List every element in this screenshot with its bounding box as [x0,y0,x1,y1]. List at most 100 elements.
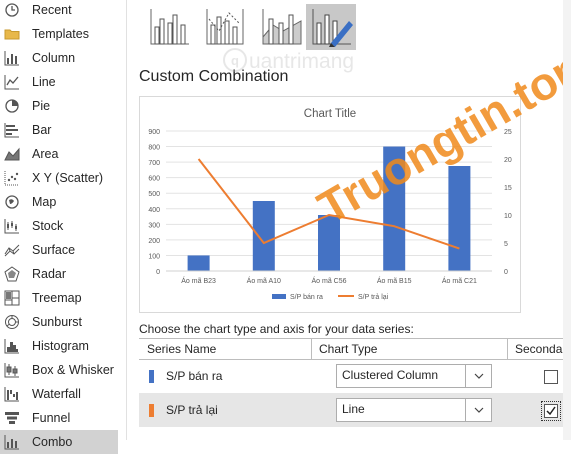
sidebar-item-templates[interactable]: Templates [0,22,118,46]
area-chart-icon [4,146,20,162]
sidebar-item-label: Pie [32,99,50,113]
histogram-chart-icon [4,338,20,354]
box-whisker-chart-icon [4,362,20,378]
sidebar-item-area[interactable]: Area [0,142,118,166]
table-row[interactable]: S/P trả lại Line [139,393,571,427]
sidebar-item-treemap[interactable]: Treemap [0,286,118,310]
sidebar-item-scatter[interactable]: X Y (Scatter) [0,166,118,190]
sidebar-item-stock[interactable]: Stock [0,214,118,238]
column-separator [311,339,312,359]
sidebar-item-label: Radar [32,267,66,281]
header-series-name: Series Name [147,342,216,356]
sidebar-item-label: Templates [32,27,89,41]
chart-type-value: Clustered Column [342,368,438,382]
radar-chart-icon [4,266,20,282]
sidebar-item-label: Bar [32,123,51,137]
chart-type-value: Line [342,402,365,416]
scatter-chart-icon [4,170,20,186]
series-name: S/P trả lại [166,403,218,417]
check-icon [545,405,557,417]
sidebar-item-column[interactable]: Column [0,46,118,70]
sidebar-item-combo[interactable]: Combo [0,430,118,454]
sidebar-item-bar[interactable]: Bar [0,118,118,142]
sidebar-item-label: Stock [32,219,63,233]
bar [188,255,210,271]
sidebar-item-box-whisker[interactable]: Box & Whisker [0,358,118,382]
line-chart-icon [4,74,20,90]
sidebar-item-map[interactable]: Map [0,190,118,214]
folder-icon [4,26,20,42]
sidebar-item-waterfall[interactable]: Waterfall [0,382,118,406]
clustered-column-line-option[interactable] [144,4,194,50]
series-color-swatch [149,370,154,383]
series-name: S/P bán ra [166,369,222,383]
waterfall-chart-icon [4,386,20,402]
clustered-column-line-secondary-axis-option[interactable] [200,4,250,50]
y-tick-label: 600 [148,176,160,183]
y-tick-label: 900 [148,129,160,136]
sunburst-chart-icon [4,314,20,330]
legend-swatch [272,294,286,299]
sidebar-item-label: Box & Whisker [32,363,114,377]
chart-preview: Chart Title 0100200300400500600700800900… [139,96,521,313]
custom-combination-option[interactable] [306,4,356,50]
x-tick-label: Áo mã A10 [247,276,281,285]
column-separator [507,339,508,359]
bar [383,147,405,271]
bar [448,166,470,271]
vertical-scrollbar[interactable] [563,0,571,440]
sidebar-item-label: Surface [32,243,75,257]
legend-label: S/P bán ra [290,294,323,301]
y-tick-label: 800 [148,145,160,152]
clock-icon [4,2,20,18]
sidebar-item-recent[interactable]: Recent [0,0,118,22]
stacked-area-clustered-column-option[interactable] [256,4,306,50]
chart-title: Chart Title [304,108,356,120]
stock-chart-icon [4,218,20,234]
pie-chart-icon [4,98,20,114]
sidebar-item-funnel[interactable]: Funnel [0,406,118,430]
x-tick-label: Áo mã B15 [377,276,412,285]
sidebar-item-surface[interactable]: Surface [0,238,118,262]
y-tick-label: 100 [148,253,160,260]
y2-tick-label: 10 [504,213,512,220]
chart-type-dropdown[interactable]: Line [336,398,492,422]
table-row[interactable]: S/P bán ra Clustered Column [139,359,571,393]
combo-chart-icon [4,434,20,450]
series-table: Series Name Chart Type Secondary Axis S/… [139,338,571,441]
chart-type-dropdown[interactable]: Clustered Column [336,364,492,388]
y2-tick-label: 15 [504,185,512,192]
y2-tick-label: 5 [504,241,508,248]
sidebar-item-label: Map [32,195,56,209]
sidebar-item-label: Area [32,147,58,161]
secondary-axis-checkbox[interactable] [544,370,558,384]
map-chart-icon [4,194,20,210]
sidebar-item-histogram[interactable]: Histogram [0,334,118,358]
bar [318,215,340,271]
chevron-down-icon[interactable] [465,365,491,387]
y2-tick-label: 20 [504,157,512,164]
sidebar-item-radar[interactable]: Radar [0,262,118,286]
y-tick-label: 700 [148,160,160,167]
sidebar-item-label: Funnel [32,411,70,425]
column-chart-icon [4,50,20,66]
secondary-axis-checkbox[interactable] [544,404,558,418]
chevron-down-icon[interactable] [465,399,491,421]
sidebar-item-line[interactable]: Line [0,70,118,94]
y-tick-label: 400 [148,207,160,214]
legend-label: S/P trả lại [358,294,389,301]
clustered-column-line-icon [147,7,191,47]
series-color-swatch [149,404,154,417]
header-chart-type: Chart Type [319,342,377,356]
sidebar-item-pie[interactable]: Pie [0,94,118,118]
sidebar-item-sunburst[interactable]: Sunburst [0,310,118,334]
sidebar-item-label: Treemap [32,291,82,305]
sidebar-item-label: Line [32,75,56,89]
instruction-text: Choose the chart type and axis for your … [139,322,414,336]
x-tick-label: Áo mã B23 [181,276,216,285]
treemap-chart-icon [4,290,20,306]
y-tick-label: 200 [148,238,160,245]
sidebar-item-label: Waterfall [32,387,81,401]
funnel-chart-icon [4,410,20,426]
clustered-column-line-secondary-axis-icon [203,7,247,47]
